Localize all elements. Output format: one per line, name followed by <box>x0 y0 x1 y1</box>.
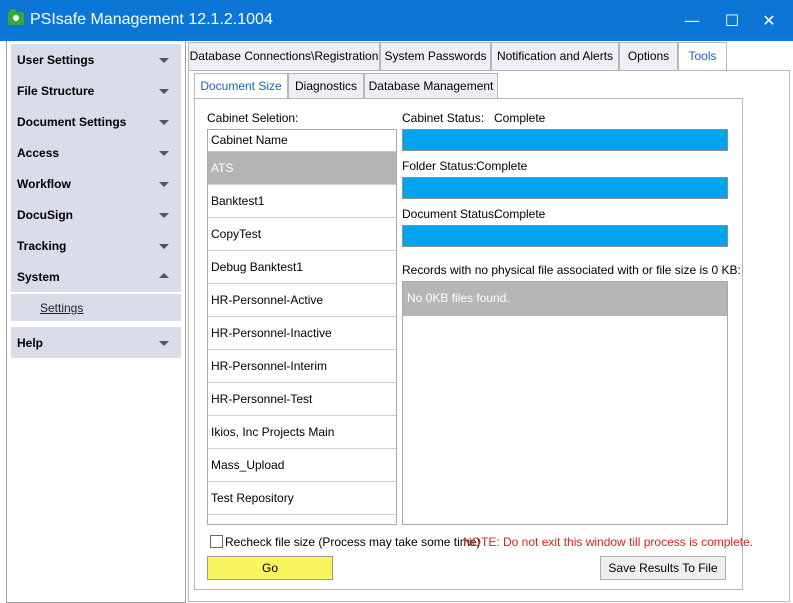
document-status-value: Complete <box>494 207 546 221</box>
chevron-down-icon <box>159 182 169 187</box>
close-button[interactable]: ✕ <box>749 0 789 41</box>
title-bar: PSIsafe Management 12.1.2.1004 — ☐ ✕ <box>0 0 793 41</box>
chevron-down-icon <box>159 151 169 156</box>
cabinet-selection-label: Cabinet Seletion: <box>207 111 299 125</box>
sidebar-section-label: DocuSign <box>17 208 73 222</box>
sidebar-section-label: File Structure <box>17 84 95 98</box>
tab-diagnostics[interactable]: Diagnostics <box>288 73 364 100</box>
records-message: No 0KB files found. <box>403 282 727 316</box>
sidebar-section-label: Help <box>17 336 44 350</box>
maximize-button[interactable]: ☐ <box>712 0 752 41</box>
cabinet-row[interactable]: HR-Personnel-Test <box>208 383 396 416</box>
cabinet-row[interactable]: CopyTest <box>208 218 396 251</box>
folder-status-value: Complete <box>476 159 528 173</box>
sidebar-section-label: Access <box>17 146 60 160</box>
recheck-file-size-label[interactable]: Recheck file size (Process may take some… <box>225 535 480 549</box>
sidebar-section-label: System <box>17 270 60 284</box>
sidebar-section-document-settings[interactable]: Document Settings <box>11 106 181 137</box>
cabinet-list[interactable]: Cabinet Name ATS Banktest1 CopyTest Debu… <box>207 129 397 525</box>
cabinet-row[interactable]: Test Repository <box>208 482 396 515</box>
go-button[interactable]: Go <box>207 556 333 580</box>
cabinet-row[interactable]: ATS <box>208 152 396 185</box>
sidebar-section-file-structure[interactable]: File Structure <box>11 75 181 106</box>
window-title: PSIsafe Management 12.1.2.1004 <box>30 11 273 28</box>
tab-database-management[interactable]: Database Management <box>364 73 498 100</box>
settings-link[interactable]: Settings <box>40 301 83 315</box>
cabinet-status-label: Cabinet Status: <box>402 111 485 125</box>
folder-progress-bar <box>402 177 728 199</box>
sidebar-item-settings: Settings <box>11 294 181 321</box>
records-label: Records with no physical file associated… <box>402 263 741 277</box>
chevron-down-icon <box>159 213 169 218</box>
cabinet-status-value: Complete <box>494 111 546 125</box>
sidebar-section-label: User Settings <box>17 53 95 67</box>
cabinet-row[interactable]: Mass_Upload <box>208 449 396 482</box>
cabinet-row[interactable]: HR-Personnel-Inactive <box>208 317 396 350</box>
zero-kb-records-list[interactable]: No 0KB files found. <box>402 281 728 525</box>
sidebar-section-tracking[interactable]: Tracking <box>11 230 181 261</box>
sidebar-section-label: Document Settings <box>17 115 127 129</box>
tab-notification-alerts[interactable]: Notification and Alerts <box>491 42 619 71</box>
cabinet-row[interactable]: Ikios, Inc Projects Main <box>208 416 396 449</box>
recheck-file-size-checkbox[interactable] <box>210 535 223 548</box>
sidebar: User Settings File Structure Document Se… <box>6 41 186 603</box>
document-status-label: Document Status: <box>402 207 498 221</box>
chevron-down-icon <box>159 89 169 94</box>
chevron-down-icon <box>159 341 169 346</box>
folder-status-label: Folder Status: <box>402 159 477 173</box>
sidebar-section-label: Tracking <box>17 239 67 253</box>
chevron-up-icon <box>159 273 169 278</box>
chevron-down-icon <box>159 244 169 249</box>
sidebar-section-access[interactable]: Access <box>11 137 181 168</box>
minimize-button[interactable]: — <box>672 0 712 41</box>
cabinet-row[interactable]: HR-Personnel-Active <box>208 284 396 317</box>
warning-note: NOTE: Do not exit this window till proce… <box>463 535 754 549</box>
tab-database-connections[interactable]: Database Connections\Registration <box>188 42 380 71</box>
sidebar-section-workflow[interactable]: Workflow <box>11 168 181 199</box>
cabinet-row[interactable]: Banktest1 <box>208 185 396 218</box>
sidebar-section-label: Workflow <box>17 177 71 191</box>
cabinet-progress-bar <box>402 129 728 151</box>
sidebar-section-system[interactable]: System <box>11 261 181 292</box>
tab-document-size[interactable]: Document Size <box>194 73 288 101</box>
tab-options[interactable]: Options <box>619 42 678 71</box>
sidebar-section-help[interactable]: Help <box>11 327 181 358</box>
document-progress-bar <box>402 225 728 247</box>
cabinet-row[interactable]: HR-Personnel-Interim <box>208 350 396 383</box>
chevron-down-icon <box>159 120 169 125</box>
tab-tools[interactable]: Tools <box>678 42 727 72</box>
chevron-down-icon <box>159 58 169 63</box>
sidebar-section-user-settings[interactable]: User Settings <box>11 44 181 75</box>
save-results-button[interactable]: Save Results To File <box>600 556 726 580</box>
sidebar-section-docusign[interactable]: DocuSign <box>11 199 181 230</box>
cabinet-name-column-header[interactable]: Cabinet Name <box>208 130 396 152</box>
tab-system-passwords[interactable]: System Passwords <box>380 42 491 71</box>
cabinet-row[interactable]: Debug Banktest1 <box>208 251 396 284</box>
app-camera-icon <box>8 9 24 25</box>
